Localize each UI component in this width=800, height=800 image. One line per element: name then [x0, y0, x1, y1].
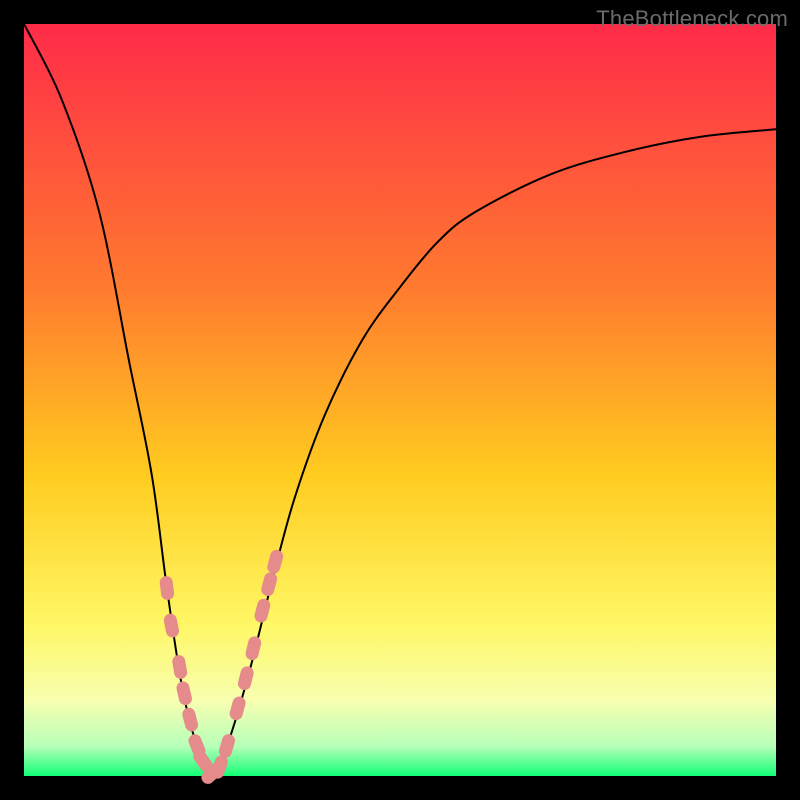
chart-svg-layer — [24, 24, 776, 776]
curve-marker — [175, 680, 193, 706]
curve-marker — [237, 665, 255, 691]
curve-marker — [260, 571, 279, 598]
curve-marker — [171, 654, 188, 680]
curve-marker — [253, 597, 272, 623]
chart-plot-area — [24, 24, 776, 776]
bottleneck-curve — [24, 24, 776, 776]
curve-marker — [163, 613, 180, 639]
curve-marker — [228, 695, 247, 722]
curve-marker — [181, 706, 200, 732]
chart-frame: TheBottleneck.com — [0, 0, 800, 800]
curve-marker — [159, 575, 175, 600]
curve-marker — [218, 733, 237, 760]
curve-marker — [266, 548, 285, 575]
watermark-label: TheBottleneck.com — [596, 6, 788, 32]
curve-marker — [244, 635, 262, 661]
